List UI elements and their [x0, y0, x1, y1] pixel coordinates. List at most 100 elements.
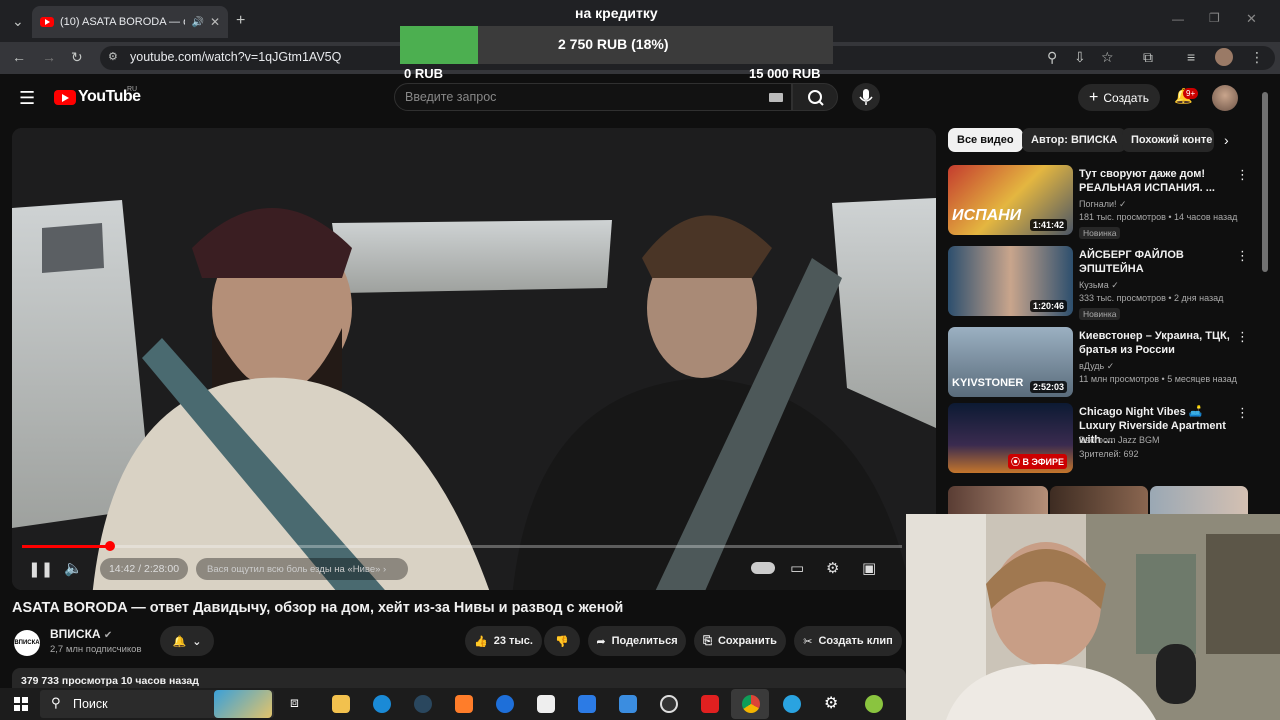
maximize-icon[interactable]: ❐	[1209, 11, 1220, 25]
search-button[interactable]	[792, 83, 838, 111]
thumbnail-text: ИСПАНИ	[952, 207, 1022, 224]
outlook-icon[interactable]	[578, 695, 596, 713]
settings-icon[interactable]: ⚙	[824, 693, 838, 713]
bookmark-star-icon[interactable]: ☆	[1101, 49, 1114, 66]
settings-gear-icon[interactable]: ⚙	[826, 559, 839, 577]
keyboard-icon[interactable]	[769, 93, 783, 102]
new-tab-icon[interactable]: +	[236, 12, 245, 30]
chip-author[interactable]: Автор: ВПИСКА	[1022, 128, 1127, 152]
new-badge: Новинка	[1079, 308, 1121, 320]
edge-icon[interactable]	[373, 695, 391, 713]
chip-all-videos[interactable]: Все видео	[948, 128, 1023, 152]
theater-mode-icon[interactable]: ▣	[862, 559, 876, 577]
more-options-icon[interactable]: ⋮	[1236, 329, 1249, 345]
minimize-icon[interactable]: —	[1172, 12, 1184, 26]
more-options-icon[interactable]: ⋮	[1236, 405, 1249, 421]
bookmark-icon: ⎘	[703, 634, 712, 647]
hamburger-menu-icon[interactable]: ☰	[19, 88, 35, 109]
subtitles-icon[interactable]: ▭	[790, 559, 804, 577]
rec-stats: 333 тыс. просмотров • 2 дня назад	[1079, 293, 1224, 303]
telegram-icon[interactable]	[783, 695, 801, 713]
tab-search-icon[interactable]: ⌄	[12, 13, 24, 30]
yandex-icon[interactable]	[701, 695, 719, 713]
install-app-icon[interactable]: ⇩	[1074, 49, 1086, 66]
chevron-right-icon[interactable]: ›	[1224, 132, 1229, 148]
channel-avatar[interactable]: ВПИСКА	[14, 630, 40, 656]
create-button[interactable]: + Создать	[1078, 84, 1160, 111]
create-clip-button[interactable]: ✂ Создать клип	[794, 626, 902, 656]
credit-goal-fill	[400, 26, 478, 64]
obs-icon[interactable]	[660, 695, 678, 713]
shorts-thumbnail[interactable]	[1150, 486, 1248, 514]
file-explorer-icon[interactable]	[332, 695, 350, 713]
webcam-overlay	[906, 514, 1280, 720]
windows-start-icon[interactable]	[14, 697, 28, 711]
duration-badge: 1:20:46	[1029, 300, 1067, 312]
progress-scrubber-handle[interactable]	[105, 541, 115, 551]
chip-similar[interactable]: Похожий конте	[1122, 128, 1214, 152]
media-control-icon[interactable]: ≡	[1187, 49, 1195, 65]
browser-tab[interactable]: (10) ASATA BORODA — от 🔊 ✕	[32, 6, 228, 38]
search-highlight-image[interactable]	[214, 690, 272, 718]
audio-playing-icon[interactable]: 🔊	[191, 17, 203, 28]
rec-channel: Погнали! ✓	[1079, 199, 1127, 209]
profile-avatar[interactable]	[1215, 48, 1233, 66]
site-settings-icon[interactable]: ⚙	[108, 50, 118, 63]
voice-search-button[interactable]	[852, 83, 880, 111]
thumbs-down-icon: 👎	[555, 635, 569, 648]
youtube-favicon-icon	[40, 17, 54, 27]
youtube-logo-icon[interactable]	[54, 90, 76, 105]
rec-stats: Зрителей: 692	[1079, 449, 1139, 459]
steam-icon[interactable]	[414, 695, 432, 713]
app-icon[interactable]	[865, 695, 883, 713]
chapter-title[interactable]: Вася ощутил всю боль езды на «Ниве» ›	[196, 558, 408, 580]
pause-icon[interactable]: ❚❚	[28, 560, 53, 578]
dislike-button[interactable]: 👎	[544, 626, 580, 656]
video-player[interactable]	[12, 128, 936, 590]
more-options-icon[interactable]: ⋮	[1236, 167, 1249, 183]
tab-title: (10) ASATA BORODA — от	[60, 16, 186, 28]
page-scrollbar[interactable]	[1262, 92, 1268, 272]
save-button[interactable]: ⎘ Сохранить	[694, 626, 786, 656]
subscription-bell-button[interactable]: 🔔 ⌄	[160, 626, 214, 656]
rec-channel: вДудь ✓	[1079, 361, 1115, 371]
like-button[interactable]: 👍 23 тыс.	[465, 626, 542, 656]
zoom-icon[interactable]: ⚲	[1047, 49, 1057, 66]
close-tab-icon[interactable]: ✕	[210, 15, 220, 29]
live-badge: ⦿ В ЭФИРЕ	[1008, 454, 1067, 469]
browser-menu-icon[interactable]: ⋮	[1250, 49, 1264, 66]
recommendation-item[interactable]: KYIVSTONER 2:52:03 Киевстонер – Украина,…	[948, 327, 1258, 399]
autoplay-toggle[interactable]	[751, 562, 775, 574]
account-avatar[interactable]	[1212, 85, 1238, 111]
url-text[interactable]: youtube.com/watch?v=1qJGtm1AV5Q	[130, 50, 341, 64]
rec-title: Киевстонер – Украина, ТЦК, братья из Рос…	[1079, 330, 1230, 356]
chevron-down-icon: ⌄	[192, 635, 202, 648]
rec-stats: 181 тыс. просмотров • 14 часов назад	[1079, 212, 1238, 222]
back-icon[interactable]: ←	[12, 49, 26, 65]
more-options-icon[interactable]: ⋮	[1236, 248, 1249, 264]
channel-name[interactable]: ВПИСКА ✔	[50, 627, 112, 641]
shorts-thumbnail[interactable]	[1050, 486, 1148, 514]
logo-region: RU	[127, 86, 138, 93]
verified-icon: ✔	[103, 630, 113, 641]
progress-track[interactable]	[22, 545, 902, 548]
reload-icon[interactable]: ↻	[71, 49, 83, 66]
rec-channel: Bedroom Jazz BGM	[1079, 435, 1160, 445]
share-button[interactable]: ➦ Поделиться	[588, 626, 686, 656]
recommendation-item[interactable]: ИСПАНИ 1:41:42 Тут своруют даже дом! РЕА…	[948, 165, 1258, 239]
extensions-icon[interactable]: ⧉	[1143, 49, 1153, 66]
close-window-icon[interactable]: ✕	[1246, 11, 1257, 27]
fl-studio-icon[interactable]	[455, 695, 473, 713]
rec-channel: Кузьма ✓	[1079, 280, 1119, 290]
capcut-icon[interactable]	[537, 695, 555, 713]
app-icon[interactable]	[496, 695, 514, 713]
recommendation-item[interactable]: 1:20:46 АЙСБЕРГ ФАЙЛОВ ЭПШТЕЙНА Кузьма ✓…	[948, 246, 1258, 320]
task-view-icon[interactable]: ⧈	[290, 694, 299, 711]
chrome-icon[interactable]	[742, 695, 760, 713]
shorts-thumbnail[interactable]	[948, 486, 1048, 514]
recommendation-item[interactable]: ⦿ В ЭФИРЕ Chicago Night Vibes 🛋️ Luxury …	[948, 403, 1258, 475]
store-icon[interactable]	[619, 695, 637, 713]
volume-icon[interactable]: 🔈	[64, 559, 83, 577]
video-frame-image	[12, 128, 936, 590]
forward-icon[interactable]: →	[42, 49, 56, 65]
